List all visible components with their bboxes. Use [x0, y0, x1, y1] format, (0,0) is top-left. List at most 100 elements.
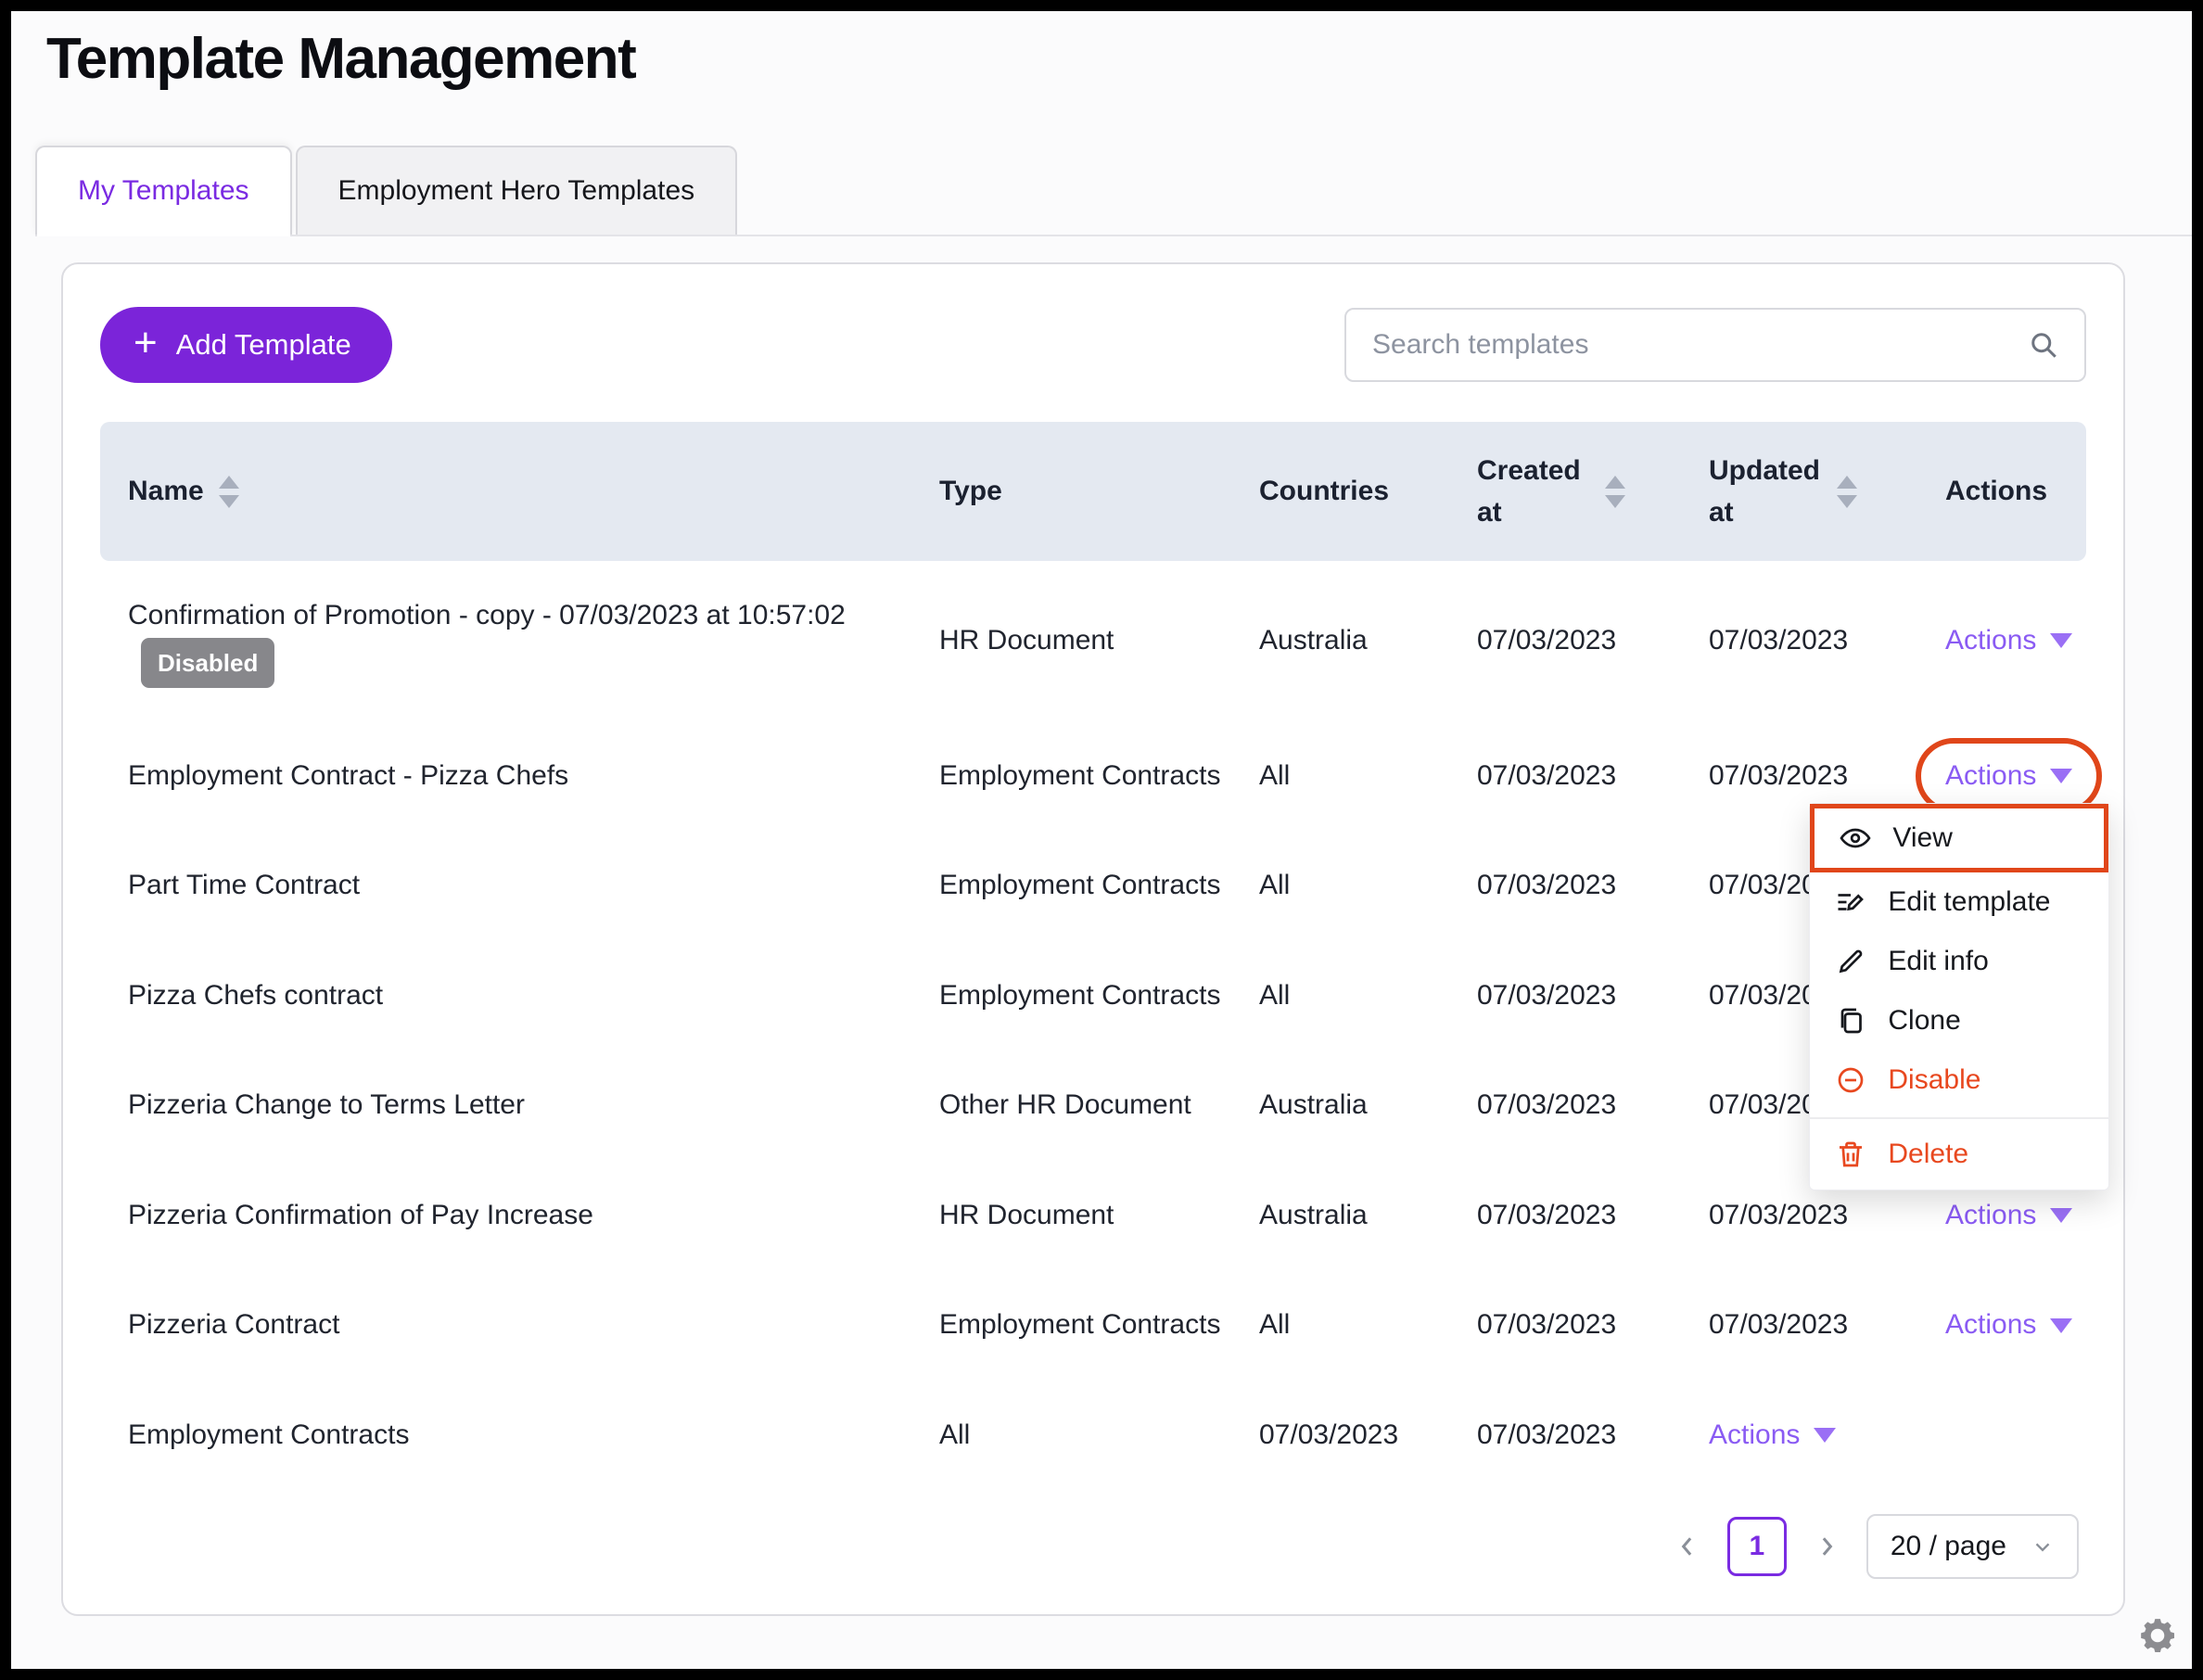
template-created-at: 07/03/2023	[1477, 755, 1709, 798]
menu-item-label: View	[1892, 817, 1952, 860]
template-name: Confirmation of Promotion - copy - 07/03…	[128, 594, 939, 688]
chevron-down-icon	[2031, 1534, 2055, 1559]
actions-dropdown-button[interactable]: Actions	[1945, 755, 2072, 798]
template-type: Employment Contracts	[939, 755, 1259, 798]
template-name-text: Confirmation of Promotion - copy - 07/03…	[128, 600, 846, 630]
chevron-down-icon	[1814, 1428, 1836, 1443]
chevron-down-icon	[2050, 633, 2072, 648]
template-name: Pizzeria Confirmation of Pay Increase	[128, 1194, 939, 1238]
template-updated-at: 07/03/2023	[1709, 755, 1945, 798]
template-countries: All	[1259, 1304, 1477, 1347]
template-created-at: 07/03/2023	[1477, 1194, 1709, 1238]
page-title: Template Management	[46, 26, 2192, 92]
eye-icon	[1839, 821, 1872, 855]
template-type: Employment Contracts	[939, 974, 1259, 1018]
template-type: Other HR Document	[939, 1084, 1259, 1127]
template-name: Employment Contracts	[128, 1414, 939, 1457]
actions-label: Actions	[1709, 1414, 1800, 1457]
template-type: Employment Contracts	[939, 864, 1259, 908]
menu-item-label: Edit template	[1888, 881, 2050, 924]
column-header-name[interactable]: Name	[128, 476, 939, 508]
actions-cell: Actions View	[1945, 755, 2102, 798]
pagination: 1 20 / page	[100, 1499, 2086, 1592]
template-name: Pizza Chefs contract	[128, 974, 939, 1018]
actions-dropdown-button[interactable]: Actions	[1709, 1414, 1836, 1457]
menu-item-label: Delete	[1888, 1133, 1968, 1177]
template-countries: Australia	[1259, 1194, 1477, 1238]
template-name: Part Time Contract	[128, 864, 939, 908]
template-created-at: 07/03/2023	[1477, 619, 1709, 663]
column-header-actions: Actions	[1945, 476, 2058, 507]
actions-label: Actions	[1945, 619, 2036, 663]
table-row: Pizzeria Confirmation of Pay Increase HR…	[100, 1161, 2086, 1271]
app-window: Template Management My Templates Employm…	[0, 0, 2203, 1680]
search-input[interactable]	[1370, 328, 2027, 362]
table-row: Pizzeria Contract Employment Contracts A…	[100, 1270, 2086, 1381]
search-box	[1344, 308, 2086, 382]
menu-item-edit-info[interactable]: Edit info	[1810, 932, 2108, 991]
column-header-updated-at[interactable]: Updated at	[1709, 450, 1945, 533]
tab-employment-hero-templates[interactable]: Employment Hero Templates	[296, 146, 738, 235]
chevron-down-icon	[2050, 769, 2072, 783]
actions-label: Actions	[1945, 1194, 2036, 1238]
template-countries: All	[1259, 755, 1477, 798]
gear-icon[interactable]	[2136, 1614, 2179, 1661]
template-type: HR Document	[939, 1194, 1259, 1238]
actions-dropdown-button[interactable]: Actions	[1945, 619, 2072, 663]
template-updated-at: 07/03/2023	[1709, 1304, 1945, 1347]
menu-item-view[interactable]: View	[1810, 804, 2108, 872]
template-countries: 07/03/2023	[1259, 1414, 1477, 1457]
clone-icon	[1834, 1004, 1867, 1037]
table-row: Pizza Chefs contract Employment Contract…	[100, 941, 2086, 1051]
tab-bar: My Templates Employment Hero Templates	[35, 146, 2192, 236]
actions-dropdown-button[interactable]: Actions	[1945, 1304, 2072, 1347]
table-row: Confirmation of Promotion - copy - 07/03…	[100, 561, 2086, 721]
page-size-select[interactable]: 20 / page	[1866, 1514, 2079, 1579]
menu-item-edit-template[interactable]: Edit template	[1810, 872, 2108, 932]
menu-divider	[1810, 1117, 2108, 1119]
actions-cell: Actions	[1945, 619, 2072, 663]
page-size-value: 20 / page	[1891, 1531, 2006, 1562]
template-name: Pizzeria Contract	[128, 1304, 939, 1347]
template-countries: Australia	[1259, 1084, 1477, 1127]
plus-icon: +	[134, 323, 158, 363]
column-label: Actions	[1945, 476, 2047, 507]
add-template-button[interactable]: + Add Template	[100, 307, 392, 383]
templates-panel: + Add Template Name Type Count	[61, 262, 2125, 1616]
template-countries: All	[1259, 864, 1477, 908]
edit-info-icon	[1834, 945, 1867, 978]
page-number-button[interactable]: 1	[1727, 1517, 1787, 1576]
column-label: Name	[128, 476, 204, 507]
template-created-at: 07/03/2023	[1477, 1084, 1709, 1127]
tab-my-templates[interactable]: My Templates	[35, 146, 292, 235]
column-label: Created at	[1477, 450, 1590, 533]
template-type: Employment Contracts	[939, 1304, 1259, 1347]
table-row: Employment Contracts All 07/03/2023 07/0…	[100, 1381, 2086, 1491]
magnifier-icon[interactable]	[2027, 328, 2060, 362]
actions-label: Actions	[1945, 1304, 2036, 1347]
column-header-countries: Countries	[1259, 476, 1477, 507]
chevron-left-icon[interactable]	[1674, 1533, 1701, 1560]
template-created-at: 07/03/2023	[1477, 864, 1709, 908]
table-row: Part Time Contract Employment Contracts …	[100, 831, 2086, 941]
status-badge: Disabled	[141, 638, 274, 688]
template-countries: Australia	[1259, 619, 1477, 663]
sort-icon[interactable]	[1605, 476, 1625, 508]
column-label: Type	[939, 476, 1002, 507]
menu-item-clone[interactable]: Clone	[1810, 991, 2108, 1050]
sort-icon[interactable]	[219, 476, 239, 508]
table-body: Confirmation of Promotion - copy - 07/03…	[100, 561, 2086, 1490]
menu-item-label: Edit info	[1888, 940, 1988, 984]
template-countries: All	[1259, 974, 1477, 1018]
column-header-created-at[interactable]: Created at	[1477, 450, 1709, 533]
actions-cell: Actions	[1709, 1414, 1945, 1457]
actions-dropdown-button[interactable]: Actions	[1945, 1194, 2072, 1238]
sort-icon[interactable]	[1837, 476, 1857, 508]
chevron-right-icon[interactable]	[1813, 1533, 1840, 1560]
menu-item-delete[interactable]: Delete	[1810, 1125, 2108, 1184]
column-header-type: Type	[939, 476, 1259, 507]
menu-item-label: Disable	[1888, 1059, 1980, 1102]
template-updated-at: 07/03/2023	[1709, 1194, 1945, 1238]
table-row: Employment Contract - Pizza Chefs Employ…	[100, 721, 2086, 832]
menu-item-disable[interactable]: Disable	[1810, 1050, 2108, 1110]
